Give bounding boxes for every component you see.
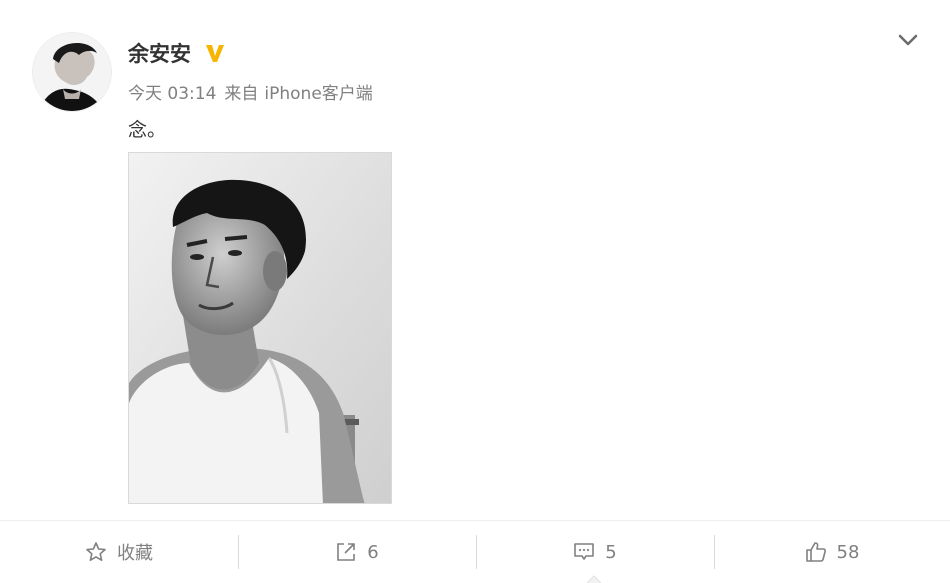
source-prefix: 来自 xyxy=(224,84,259,104)
share-icon xyxy=(335,541,357,563)
post-meta: 今天 03:14 来自 iPhone客户端 xyxy=(128,79,373,104)
author-name[interactable]: 余安安 xyxy=(128,38,191,68)
chevron-down-icon[interactable] xyxy=(896,30,920,50)
action-bar: 收藏 6 5 58 xyxy=(0,520,950,583)
post-time[interactable]: 今天 03:14 xyxy=(128,84,216,104)
post-photo[interactable] xyxy=(128,152,392,504)
verified-v-icon xyxy=(204,42,226,64)
favorite-button[interactable]: 收藏 xyxy=(0,521,238,583)
repost-count: 6 xyxy=(367,541,379,563)
avatar[interactable] xyxy=(32,32,112,112)
comment-icon xyxy=(573,541,595,563)
weibo-post-card: 余安安 今天 03:14 来自 iPhone客户端 念。 收藏 6 5 58 xyxy=(0,0,950,583)
like-count: 58 xyxy=(836,541,860,563)
post-text: 念。 xyxy=(128,119,167,141)
like-button[interactable]: 58 xyxy=(714,521,950,583)
thumbs-up-icon xyxy=(805,541,827,563)
comment-caret-indicator xyxy=(586,571,602,583)
favorite-label: 收藏 xyxy=(117,543,153,564)
comment-count: 5 xyxy=(605,541,617,563)
star-icon xyxy=(85,541,107,563)
post-source[interactable]: iPhone客户端 xyxy=(264,84,372,104)
repost-button[interactable]: 6 xyxy=(238,521,476,583)
